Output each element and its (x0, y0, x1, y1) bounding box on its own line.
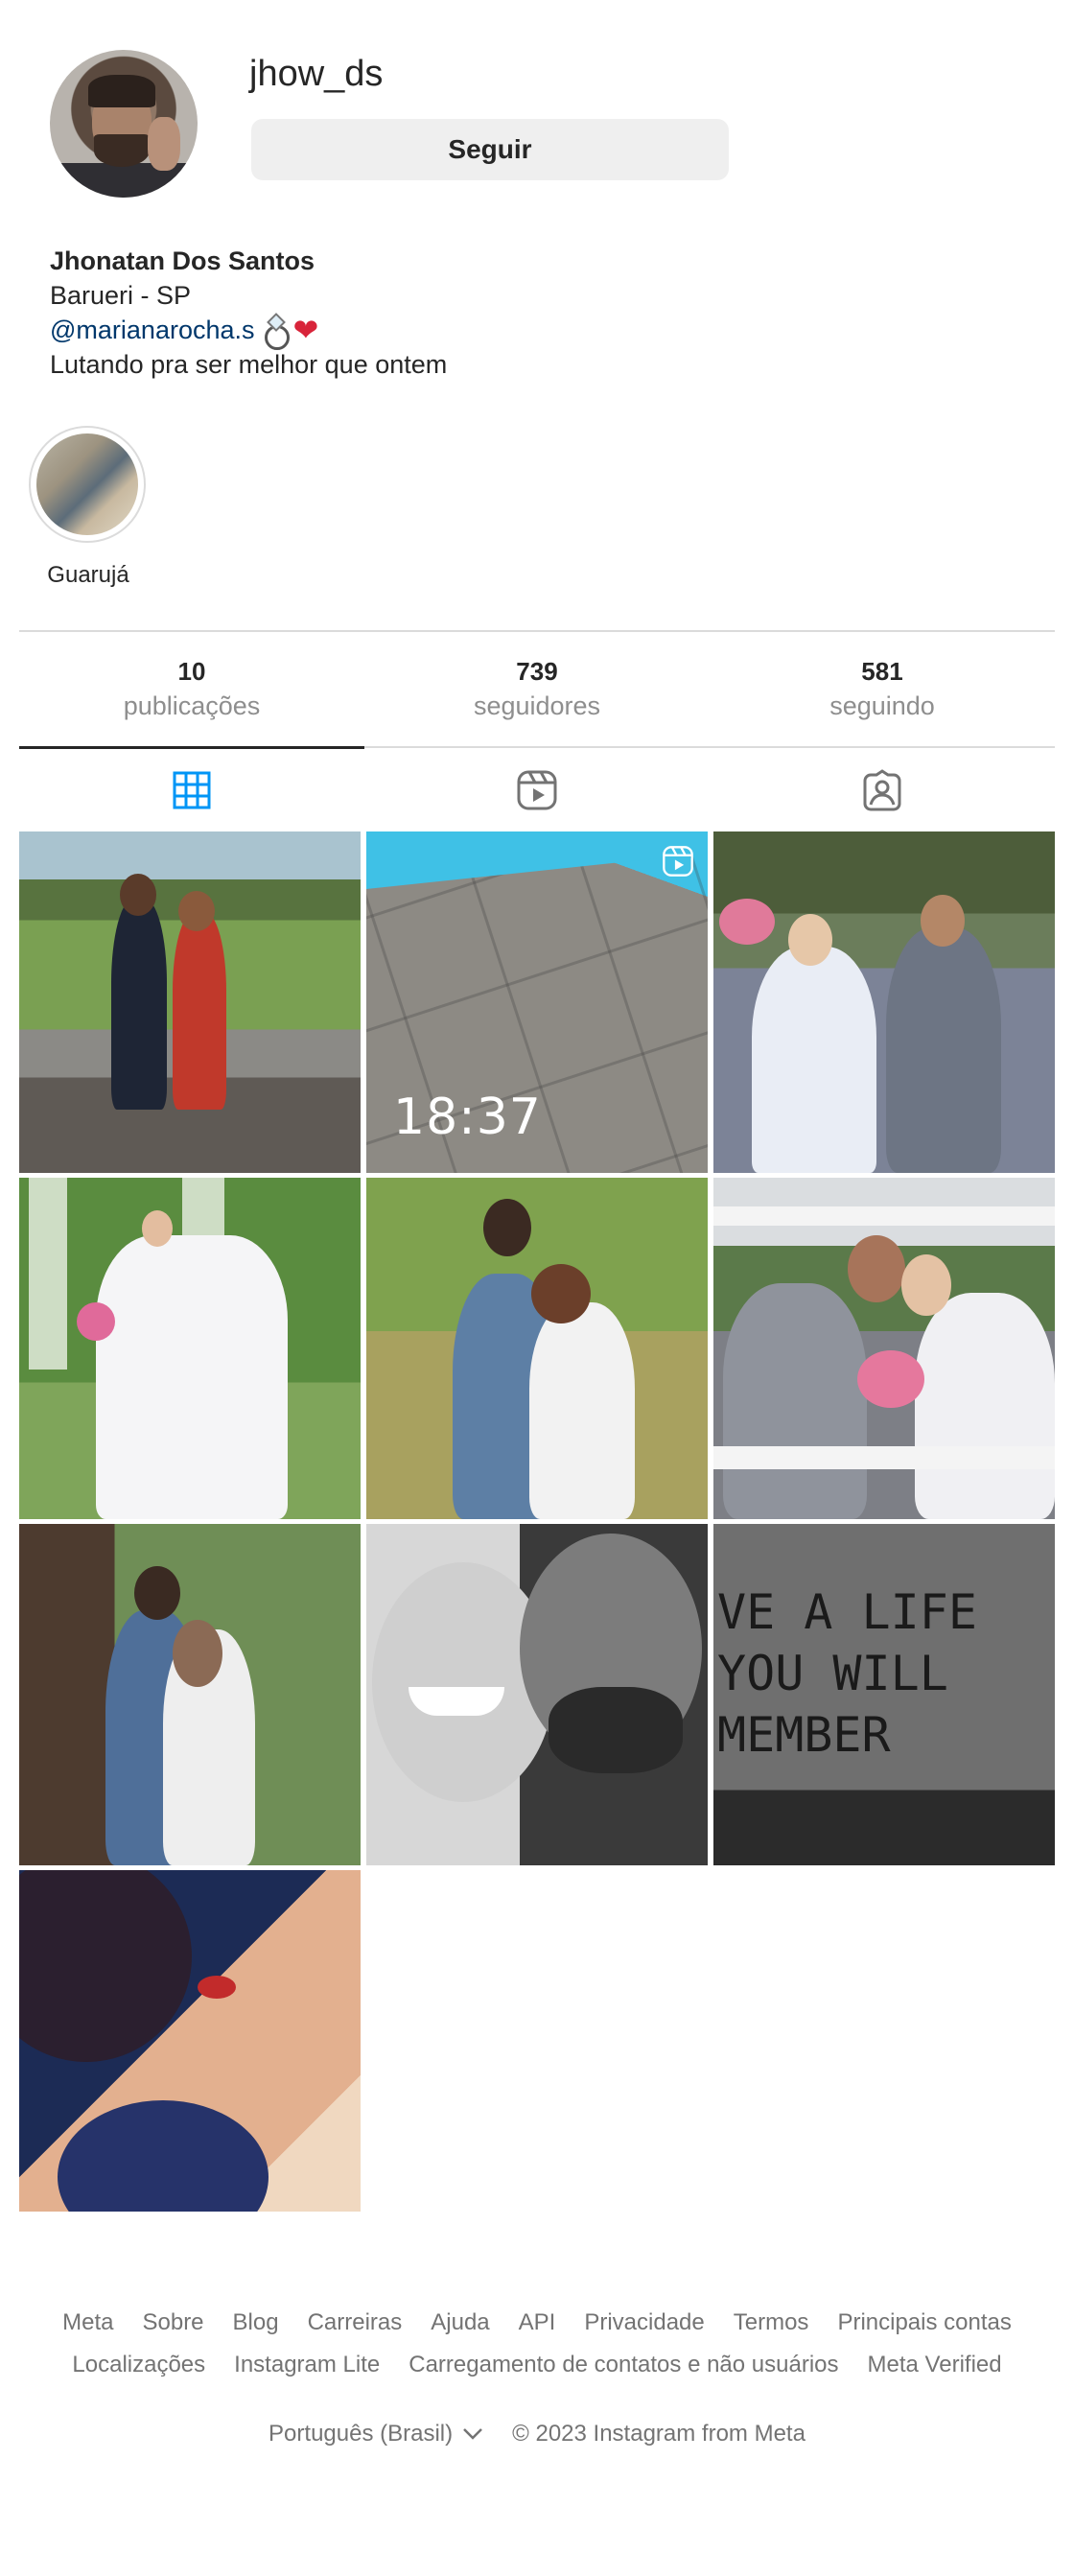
tab-reels[interactable] (364, 758, 710, 823)
footer-link-meta-verified[interactable]: Meta Verified (868, 2352, 1002, 2378)
ring-emoji-icon (263, 316, 290, 350)
post-thumbnail[interactable] (19, 1870, 361, 2212)
chevron-down-icon (463, 2428, 483, 2440)
footer-link-meta[interactable]: Meta (62, 2309, 113, 2336)
footer-link-careers[interactable]: Carreiras (308, 2309, 403, 2336)
stat-following-value: 581 (861, 657, 903, 686)
footer-link-privacy[interactable]: Privacidade (584, 2309, 704, 2336)
stat-followers-label: seguidores (473, 691, 601, 720)
tab-posts[interactable] (19, 758, 364, 823)
post-thumbnail[interactable]: 18:37 (366, 831, 708, 1173)
bio-mention-line: @marianarocha.s ❤ (50, 313, 447, 350)
profile-bio: Jhonatan Dos Santos Barueri - SP @marian… (50, 244, 447, 382)
post-thumbnail[interactable] (366, 1178, 708, 1519)
footer-link-top-accounts[interactable]: Principais contas (837, 2309, 1011, 2336)
post-thumbnail[interactable] (713, 831, 1055, 1173)
footer-link-contact-upload[interactable]: Carregamento de contatos e não usuários (409, 2352, 838, 2378)
tab-tagged[interactable] (710, 758, 1055, 823)
heart-emoji-icon: ❤ (292, 313, 319, 347)
footer-link-api[interactable]: API (519, 2309, 556, 2336)
profile-full-name: Jhonatan Dos Santos (50, 246, 315, 275)
post-thumbnail[interactable] (19, 1178, 361, 1519)
tagged-icon (863, 769, 901, 811)
profile-motto: Lutando pra ser melhor que ontem (50, 350, 448, 379)
post-thumbnail[interactable] (713, 1178, 1055, 1519)
stat-following[interactable]: 581 seguindo (710, 654, 1055, 723)
reel-time-text: 18:37 (393, 1089, 542, 1146)
stat-followers-value: 739 (516, 657, 558, 686)
post-thumbnail[interactable] (19, 831, 361, 1173)
stat-followers[interactable]: 739 seguidores (364, 654, 710, 723)
active-tab-indicator (19, 746, 364, 749)
post-thumbnail[interactable] (19, 1524, 361, 1865)
reels-badge-icon (663, 846, 693, 877)
footer-link-blog[interactable]: Blog (233, 2309, 279, 2336)
post-thumbnail[interactable]: VE A LIFE YOU WILL MEMBER (713, 1524, 1055, 1865)
profile-username: jhow_ds (249, 54, 384, 94)
footer-link-about[interactable]: Sobre (142, 2309, 203, 2336)
footer-bottom: Português (Brasil) © 2023 Instagram from… (19, 2421, 1055, 2447)
profile-tabs (19, 758, 1055, 823)
mention-link[interactable]: @marianarocha.s (50, 313, 255, 347)
follow-button[interactable]: Seguir (251, 119, 729, 180)
posts-grid: 18:37 VE A LIFE YOU WILL MEMBER (19, 831, 1055, 2212)
stat-posts-label: publicações (123, 691, 261, 720)
language-label: Português (Brasil) (268, 2421, 454, 2447)
page-footer: Meta Sobre Blog Carreiras Ajuda API Priv… (19, 2309, 1055, 2447)
stat-following-label: seguindo (829, 691, 935, 720)
stat-posts: 10 publicações (19, 654, 364, 723)
profile-stats: 10 publicações 739 seguidores 581 seguin… (19, 654, 1055, 723)
post-thumbnail[interactable] (366, 1524, 708, 1865)
graffiti-text: VE A LIFE YOU WILL MEMBER (717, 1584, 977, 1763)
profile-location: Barueri - SP (50, 281, 192, 310)
highlight-ring (29, 426, 146, 543)
footer-link-locations[interactable]: Localizações (72, 2352, 205, 2378)
reels-icon (517, 770, 557, 810)
copyright-text: © 2023 Instagram from Meta (512, 2421, 806, 2447)
footer-link-instagram-lite[interactable]: Instagram Lite (234, 2352, 380, 2378)
divider (19, 630, 1055, 632)
grid-icon (173, 771, 211, 809)
highlight-label: Guarujá (47, 562, 129, 588)
footer-links: Meta Sobre Blog Carreiras Ajuda API Priv… (19, 2309, 1055, 2378)
profile-avatar[interactable] (50, 50, 198, 198)
footer-link-terms[interactable]: Termos (734, 2309, 809, 2336)
footer-link-help[interactable]: Ajuda (431, 2309, 489, 2336)
story-highlight[interactable]: Guarujá (29, 426, 148, 589)
highlight-cover (36, 433, 138, 535)
language-selector[interactable]: Português (Brasil) (268, 2421, 483, 2447)
stat-posts-value: 10 (177, 657, 206, 686)
